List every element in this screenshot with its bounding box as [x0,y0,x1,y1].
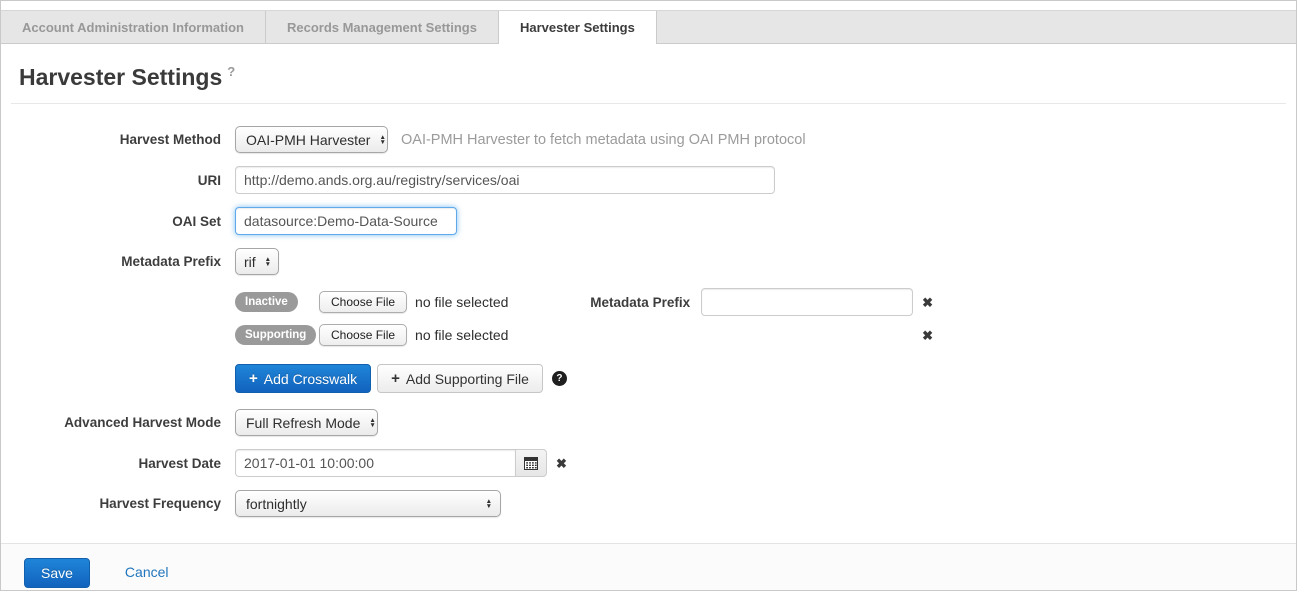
remove-crosswalk-icon[interactable]: ✖ [922,296,933,309]
crosswalk-metadata-prefix-input[interactable] [701,288,913,316]
save-button[interactable]: Save [24,558,90,588]
harvest-method-label: Harvest Method [17,132,221,147]
crosswalk-file-input[interactable]: Choose File no file selected [319,291,508,313]
tab-account-administration-information[interactable]: Account Administration Information [1,11,266,43]
remove-supporting-file-icon[interactable]: ✖ [922,329,933,342]
tab-records-management-settings[interactable]: Records Management Settings [266,11,499,43]
harvest-frequency-row: Harvest Frequency fortnightly ▲▼ [17,490,1280,517]
file-status-text: no file selected [415,294,508,310]
cancel-link[interactable]: Cancel [125,564,169,580]
harvest-date-label: Harvest Date [17,456,221,471]
choose-file-button[interactable]: Choose File [319,291,407,313]
add-supporting-file-button[interactable]: + Add Supporting File [377,364,543,393]
harvest-method-help-text: OAI-PMH Harvester to fetch metadata usin… [401,132,806,148]
clear-harvest-date-icon[interactable]: ✖ [556,457,567,470]
harvest-frequency-label: Harvest Frequency [17,496,221,511]
select-arrows-icon: ▲▼ [265,257,271,267]
crosswalk-row-supporting: Supporting Choose File no file selected … [235,324,933,346]
uri-label: URI [17,173,221,188]
oai-set-input[interactable] [235,207,457,235]
harvester-settings-screen: Account Administration Information Recor… [0,0,1297,591]
uri-input[interactable] [235,166,775,194]
advanced-harvest-mode-value: Full Refresh Mode [246,415,360,431]
advanced-harvest-mode-label: Advanced Harvest Mode [17,415,221,430]
crosswalk-row-inactive: Inactive Choose File no file selected Me… [235,288,933,316]
calendar-icon [524,457,538,470]
select-arrows-icon: ▲▼ [379,135,385,145]
page-title-text: Harvester Settings [19,64,222,90]
metadata-prefix-select[interactable]: rif ▲▼ [235,248,279,275]
harvest-frequency-select[interactable]: fortnightly ▲▼ [235,490,501,517]
title-divider [11,103,1286,104]
harvest-date-input[interactable] [235,449,516,477]
oai-set-label: OAI Set [17,214,221,229]
metadata-prefix-value: rif [244,254,256,270]
supporting-badge: Supporting [235,325,316,345]
crosswalk-section: Inactive Choose File no file selected Me… [17,288,1280,407]
metadata-prefix-row: Metadata Prefix rif ▲▼ [17,248,1280,275]
choose-file-button[interactable]: Choose File [319,324,407,346]
calendar-picker-button[interactable] [516,449,547,477]
crosswalk-metadata-prefix-label: Metadata Prefix [590,295,690,310]
oai-set-row: OAI Set [17,207,1280,235]
harvest-method-value: OAI-PMH Harvester [246,132,370,148]
tab-panel-harvester-settings: Harvester Settings? Harvest Method OAI-P… [1,44,1296,517]
harvest-frequency-value: fortnightly [246,496,307,512]
file-status-text: no file selected [415,327,508,343]
supporting-file-input[interactable]: Choose File no file selected [319,324,508,346]
tab-bar: Account Administration Information Recor… [1,10,1296,44]
advanced-harvest-mode-select[interactable]: Full Refresh Mode ▲▼ [235,409,378,436]
metadata-prefix-label: Metadata Prefix [17,254,221,269]
harvest-method-row: Harvest Method OAI-PMH Harvester ▲▼ OAI-… [17,126,1280,153]
harvest-date-row: Harvest Date [17,449,1280,477]
harvest-method-select[interactable]: OAI-PMH Harvester ▲▼ [235,126,388,153]
crosswalk-actions: + Add Crosswalk + Add Supporting File ? [235,364,933,393]
select-arrows-icon: ▲▼ [369,418,375,428]
page-title: Harvester Settings? [19,64,1280,91]
advanced-harvest-mode-row: Advanced Harvest Mode Full Refresh Mode … [17,409,1280,436]
select-arrows-icon: ▲▼ [486,499,492,509]
plus-icon: + [391,370,400,387]
title-help-icon[interactable]: ? [227,64,235,79]
tab-harvester-settings[interactable]: Harvester Settings [499,11,657,44]
form-actions: Save Cancel [1,543,1296,591]
inactive-badge: Inactive [235,292,298,312]
plus-icon: + [249,370,258,387]
add-crosswalk-button[interactable]: + Add Crosswalk [235,364,371,393]
uri-row: URI [17,166,1280,194]
help-icon[interactable]: ? [552,371,567,386]
